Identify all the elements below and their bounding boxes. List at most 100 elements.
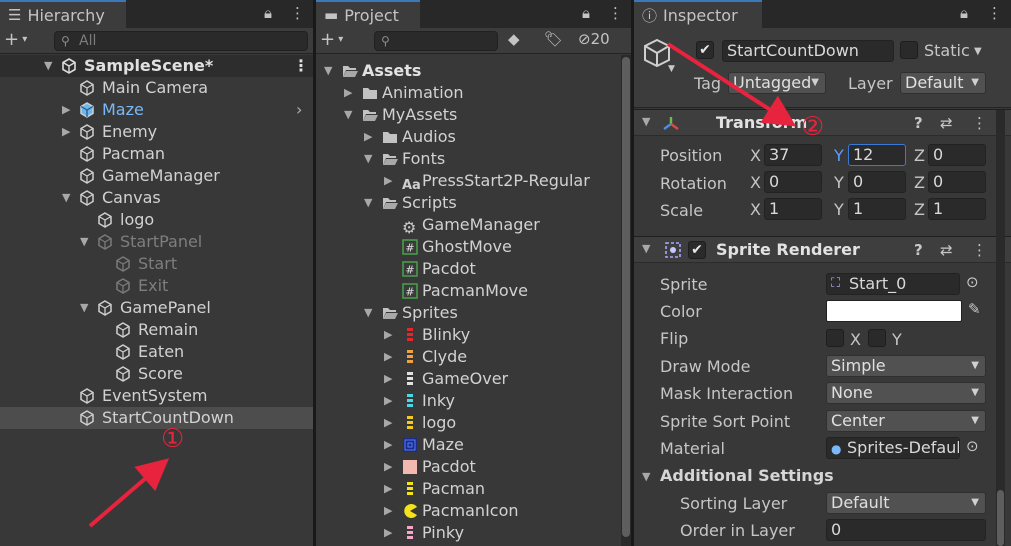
project-item[interactable]: ▶ Aa PressStart2P-Regular: [316, 170, 631, 193]
project-item[interactable]: ▼ Fonts: [316, 148, 631, 170]
project-item[interactable]: ▼ Sprites: [316, 302, 631, 324]
project-scrollbar[interactable]: [621, 55, 631, 546]
expand-arrow-icon[interactable]: ▶: [62, 99, 70, 121]
collapse-arrow-icon[interactable]: ▼: [364, 192, 372, 214]
hierarchy-item[interactable]: Start: [0, 253, 313, 275]
flip-y-checkbox[interactable]: [868, 329, 886, 347]
collapse-arrow-icon[interactable]: ▼: [62, 187, 70, 209]
project-item[interactable]: ▶ Clyde: [316, 346, 631, 368]
project-item[interactable]: ▶ logo: [316, 412, 631, 434]
tab-hierarchy[interactable]: ☰ Hierarchy: [0, 0, 126, 28]
more-menu-icon[interactable]: ⋮: [608, 4, 623, 22]
scale-z-axis-label[interactable]: Z: [914, 200, 925, 219]
tab-project[interactable]: ▬ Project: [316, 0, 420, 28]
hierarchy-item[interactable]: Remain: [0, 319, 313, 341]
help-icon[interactable]: ?: [914, 241, 923, 259]
project-item[interactable]: ▼ Scripts: [316, 192, 631, 214]
inspector-scrollbar[interactable]: [996, 110, 1005, 546]
static-dropdown-caret-icon[interactable]: ▼: [974, 46, 982, 57]
project-item[interactable]: ▶ Pacman: [316, 478, 631, 500]
sprite-object-field[interactable]: ⛶ Start_0: [826, 273, 960, 295]
lock-icon[interactable]: 🔒︎: [960, 4, 968, 22]
fold-arrow-icon[interactable]: ▼: [642, 242, 650, 255]
position-x-field[interactable]: 37: [764, 144, 822, 166]
project-item[interactable]: ▶ Inky: [316, 390, 631, 412]
scene-row[interactable]: ▼ SampleScene* ⋮: [0, 55, 313, 77]
inspector-scroll-thumb[interactable]: [997, 490, 1004, 546]
expand-arrow-icon[interactable]: ▶: [62, 121, 70, 143]
expand-arrow-icon[interactable]: ▶: [384, 434, 392, 456]
draw-mode-dropdown[interactable]: Simple ▼: [826, 355, 986, 377]
fold-arrow-icon[interactable]: ▼: [642, 470, 650, 483]
hierarchy-item[interactable]: ▼ Canvas: [0, 187, 313, 209]
hierarchy-item[interactable]: Eaten: [0, 341, 313, 363]
position-y-axis-label[interactable]: Y: [834, 146, 844, 165]
scene-menu-icon[interactable]: ⋮: [293, 55, 309, 77]
position-y-field[interactable]: 12: [848, 144, 906, 166]
sprite-renderer-header[interactable]: ▼ ✔ Sprite Renderer ? ⇄ ⋮: [634, 236, 1011, 263]
project-item[interactable]: ▶ Pacdot: [316, 456, 631, 478]
position-z-field[interactable]: 0: [928, 144, 986, 166]
expand-arrow-icon[interactable]: ▶: [384, 346, 392, 368]
project-item[interactable]: ▼ MyAssets: [316, 104, 631, 126]
hidden-packages-button[interactable]: ⊘20: [578, 30, 610, 48]
create-button[interactable]: + ▾: [4, 30, 27, 50]
project-item[interactable]: ▶ Blinky: [316, 324, 631, 346]
collapse-arrow-icon[interactable]: ▼: [80, 231, 88, 253]
expand-arrow-icon[interactable]: ▶: [384, 478, 392, 500]
sprite-renderer-enabled-checkbox[interactable]: ✔: [688, 241, 706, 259]
scale-x-axis-label[interactable]: X: [750, 200, 761, 219]
collapse-arrow-icon[interactable]: ▼: [344, 104, 352, 126]
collapse-arrow-icon[interactable]: ▼: [80, 297, 88, 319]
scale-y-axis-label[interactable]: Y: [834, 200, 844, 219]
component-menu-icon[interactable]: ⋮: [972, 114, 987, 132]
hierarchy-item[interactable]: GameManager: [0, 165, 313, 187]
collapse-arrow-icon[interactable]: ▼: [364, 302, 372, 324]
hierarchy-item[interactable]: logo: [0, 209, 313, 231]
project-scroll-thumb[interactable]: [622, 57, 630, 537]
sprite-sort-point-dropdown[interactable]: Center ▼: [826, 410, 986, 432]
help-icon[interactable]: ?: [914, 114, 923, 132]
project-item[interactable]: ▶ Maze: [316, 434, 631, 456]
hierarchy-item[interactable]: Score: [0, 363, 313, 385]
rotation-y-field[interactable]: 0: [848, 171, 906, 193]
active-checkbox[interactable]: ✔: [696, 41, 714, 59]
project-item[interactable]: ▶ GameOver: [316, 368, 631, 390]
material-object-field[interactable]: ● Sprites-Default: [826, 437, 960, 459]
lock-icon[interactable]: 🔒︎: [582, 4, 590, 22]
preset-icon[interactable]: ⇄: [940, 114, 953, 132]
expand-arrow-icon[interactable]: ▶: [384, 170, 392, 192]
order-in-layer-field[interactable]: 0: [826, 519, 986, 541]
hierarchy-item[interactable]: Main Camera: [0, 77, 313, 99]
expand-arrow-icon[interactable]: ▶: [384, 324, 392, 346]
lock-icon[interactable]: 🔒︎: [264, 4, 272, 22]
project-item[interactable]: # GhostMove: [316, 236, 631, 258]
hierarchy-item[interactable]: ▼ StartPanel: [0, 231, 313, 253]
rotation-z-axis-label[interactable]: Z: [914, 173, 925, 192]
icon-dropdown-caret-icon[interactable]: ▼: [668, 64, 675, 74]
hierarchy-item[interactable]: Exit: [0, 275, 313, 297]
rotation-y-axis-label[interactable]: Y: [834, 173, 844, 192]
open-prefab-icon[interactable]: ›: [296, 99, 302, 121]
project-item[interactable]: # PacmanMove: [316, 280, 631, 302]
position-z-axis-label[interactable]: Z: [914, 146, 925, 165]
layer-dropdown[interactable]: Default ▼: [900, 72, 986, 94]
expand-arrow-icon[interactable]: ▶: [384, 456, 392, 478]
expand-arrow-icon[interactable]: ▶: [384, 522, 392, 544]
rotation-z-field[interactable]: 0: [928, 171, 986, 193]
expand-arrow-icon[interactable]: ▶: [364, 126, 372, 148]
collapse-arrow-icon[interactable]: ▼: [364, 148, 372, 170]
color-swatch[interactable]: [826, 300, 962, 322]
component-menu-icon[interactable]: ⋮: [972, 241, 987, 259]
expand-arrow-icon[interactable]: ▼: [44, 55, 52, 77]
expand-arrow-icon[interactable]: ▶: [384, 500, 392, 522]
hierarchy-item[interactable]: StartCountDown: [0, 407, 313, 429]
hierarchy-item[interactable]: ▼ GamePanel: [0, 297, 313, 319]
hierarchy-item[interactable]: ▶ Enemy: [0, 121, 313, 143]
object-picker-icon[interactable]: ⊙: [966, 437, 979, 455]
project-item[interactable]: ⚙ GameManager: [316, 214, 631, 236]
scale-z-field[interactable]: 1: [928, 198, 986, 220]
hierarchy-item[interactable]: Pacman: [0, 143, 313, 165]
tab-inspector[interactable]: ⓘ Inspector: [634, 0, 762, 28]
static-checkbox[interactable]: [900, 41, 918, 59]
